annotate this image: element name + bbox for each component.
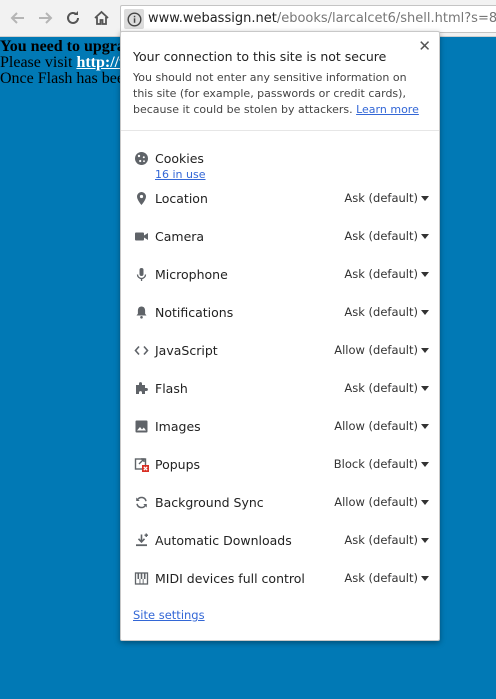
cookie-icon xyxy=(133,150,149,166)
close-icon[interactable]: ✕ xyxy=(418,38,431,54)
popup-description: You should not enter any sensitive infor… xyxy=(133,70,427,118)
permission-value: Allow (default) xyxy=(334,419,418,433)
dropdown-caret-icon xyxy=(421,309,429,315)
permission-label: Flash xyxy=(155,381,188,396)
permission-dropdown[interactable]: Block (default) xyxy=(334,457,429,471)
permission-label: Popups xyxy=(155,457,201,472)
permission-dropdown[interactable]: Ask (default) xyxy=(344,191,429,205)
permission-label: Automatic Downloads xyxy=(155,533,292,548)
piano-icon xyxy=(133,570,149,586)
permission-dropdown[interactable]: Ask (default) xyxy=(344,267,429,281)
permission-value: Ask (default) xyxy=(344,267,418,281)
permission-value: Block (default) xyxy=(333,457,418,471)
permission-dropdown[interactable]: Allow (default) xyxy=(334,495,429,509)
dropdown-caret-icon xyxy=(421,233,429,239)
site-info-popup: ✕ Your connection to this site is not se… xyxy=(120,31,440,641)
permission-label: Location xyxy=(155,191,208,206)
popup-blocked-icon xyxy=(133,456,149,472)
dropdown-caret-icon xyxy=(421,499,429,505)
dropdown-caret-icon xyxy=(421,461,429,467)
permission-dropdown[interactable]: Allow (default) xyxy=(334,343,429,357)
back-button[interactable] xyxy=(8,8,28,28)
permission-row-javascript: JavaScript Allow (default) xyxy=(133,341,429,361)
permission-value: Ask (default) xyxy=(344,381,418,395)
permission-row-flash: Flash Ask (default) xyxy=(133,379,429,399)
location-pin-icon xyxy=(133,190,149,206)
bell-icon xyxy=(133,304,149,320)
download-icon xyxy=(133,532,149,548)
address-bar[interactable]: www.webassign.net/ebooks/larcalcet6/shel… xyxy=(120,5,496,33)
permission-value: Ask (default) xyxy=(344,571,418,585)
permission-label: MIDI devices full control xyxy=(155,571,305,586)
sync-icon xyxy=(133,494,149,510)
dropdown-caret-icon xyxy=(421,423,429,429)
site-info-button[interactable] xyxy=(124,9,144,29)
permission-row-midi-devices-full-control: MIDI devices full control Ask (default) xyxy=(133,569,429,589)
dropdown-caret-icon xyxy=(421,271,429,277)
forward-arrow-icon xyxy=(39,12,53,24)
forward-button[interactable] xyxy=(35,8,55,28)
reload-button[interactable] xyxy=(63,8,83,28)
permission-label: Background Sync xyxy=(155,495,264,510)
visit-prefix: Please visit xyxy=(0,54,77,71)
site-settings-link[interactable]: Site settings xyxy=(133,608,205,622)
permission-label: Images xyxy=(155,419,201,434)
puzzle-icon xyxy=(133,380,149,396)
permission-dropdown[interactable]: Ask (default) xyxy=(344,229,429,243)
microphone-icon xyxy=(133,266,149,282)
dropdown-caret-icon xyxy=(421,385,429,391)
permission-row-popups: Popups Block (default) xyxy=(133,455,429,475)
code-icon xyxy=(133,342,149,358)
permission-row-microphone: Microphone Ask (default) xyxy=(133,265,429,285)
cookies-label: Cookies xyxy=(155,151,204,166)
permission-dropdown[interactable]: Ask (default) xyxy=(344,381,429,395)
permission-row-background-sync: Background Sync Allow (default) xyxy=(133,493,429,513)
permission-dropdown[interactable]: Ask (default) xyxy=(344,571,429,585)
dropdown-caret-icon xyxy=(421,575,429,581)
permission-row-location: Location Ask (default) xyxy=(133,189,429,209)
home-icon xyxy=(93,10,109,25)
image-icon xyxy=(133,418,149,434)
permission-dropdown[interactable]: Allow (default) xyxy=(334,419,429,433)
back-arrow-icon xyxy=(10,12,24,24)
permission-label: Notifications xyxy=(155,305,234,320)
permission-dropdown[interactable]: Ask (default) xyxy=(344,305,429,319)
permission-row-cookies: Cookies xyxy=(133,149,429,169)
popup-title: Your connection to this site is not secu… xyxy=(133,49,387,64)
url-text[interactable]: www.webassign.net/ebooks/larcalcet6/shel… xyxy=(148,11,496,26)
permission-row-camera: Camera Ask (default) xyxy=(133,227,429,247)
home-button[interactable] xyxy=(91,8,111,28)
permission-value: Ask (default) xyxy=(344,229,418,243)
url-host: www.webassign.net xyxy=(148,11,277,26)
permission-row-notifications: Notifications Ask (default) xyxy=(133,303,429,323)
divider xyxy=(121,130,439,131)
permission-value: Ask (default) xyxy=(344,191,418,205)
camera-icon xyxy=(133,228,149,244)
permission-dropdown[interactable]: Ask (default) xyxy=(344,533,429,547)
learn-more-link[interactable]: Learn more xyxy=(356,103,419,116)
permission-row-images: Images Allow (default) xyxy=(133,417,429,437)
permission-value: Allow (default) xyxy=(334,495,418,509)
reload-icon xyxy=(67,11,79,24)
cookies-in-use-link[interactable]: 16 in use xyxy=(155,168,206,181)
permission-value: Allow (default) xyxy=(334,343,418,357)
permission-value: Ask (default) xyxy=(344,305,418,319)
permission-row-automatic-downloads: Automatic Downloads Ask (default) xyxy=(133,531,429,551)
permission-label: JavaScript xyxy=(155,343,218,358)
url-path: /ebooks/larcalcet6/shell.html?s=833c xyxy=(276,11,496,26)
info-icon xyxy=(126,11,142,27)
dropdown-caret-icon xyxy=(421,347,429,353)
dropdown-caret-icon xyxy=(421,195,429,201)
dropdown-caret-icon xyxy=(421,537,429,543)
permission-value: Ask (default) xyxy=(344,533,418,547)
permission-label: Microphone xyxy=(155,267,228,282)
permission-label: Camera xyxy=(155,229,205,244)
